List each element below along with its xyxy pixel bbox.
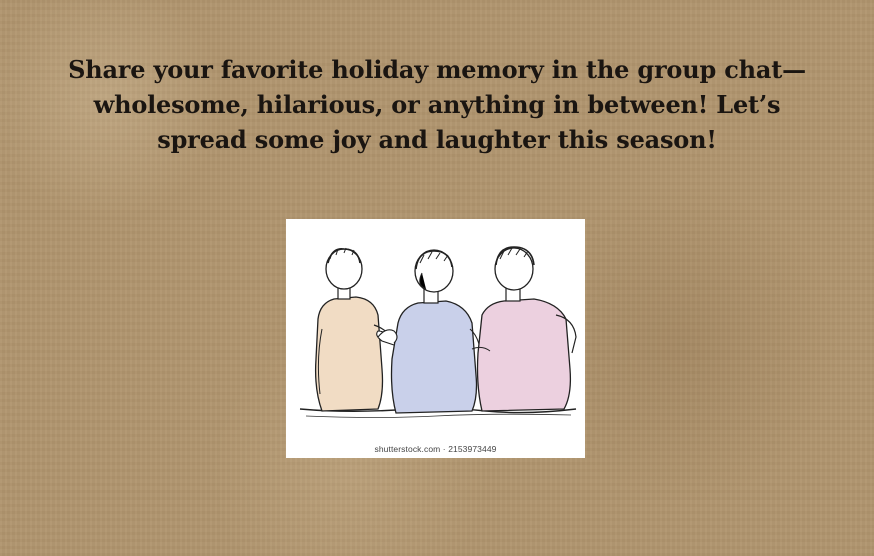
friends-sketch-drawing xyxy=(299,246,577,418)
friends-illustration: shutterstock.com · 2153973449 xyxy=(286,219,585,458)
holiday-memory-message: Share your favorite holiday memory in th… xyxy=(68,55,806,154)
stock-watermark: shutterstock.com · 2153973449 xyxy=(374,444,497,454)
friend-left-figure xyxy=(314,247,391,412)
friend-right-figure xyxy=(476,246,577,412)
